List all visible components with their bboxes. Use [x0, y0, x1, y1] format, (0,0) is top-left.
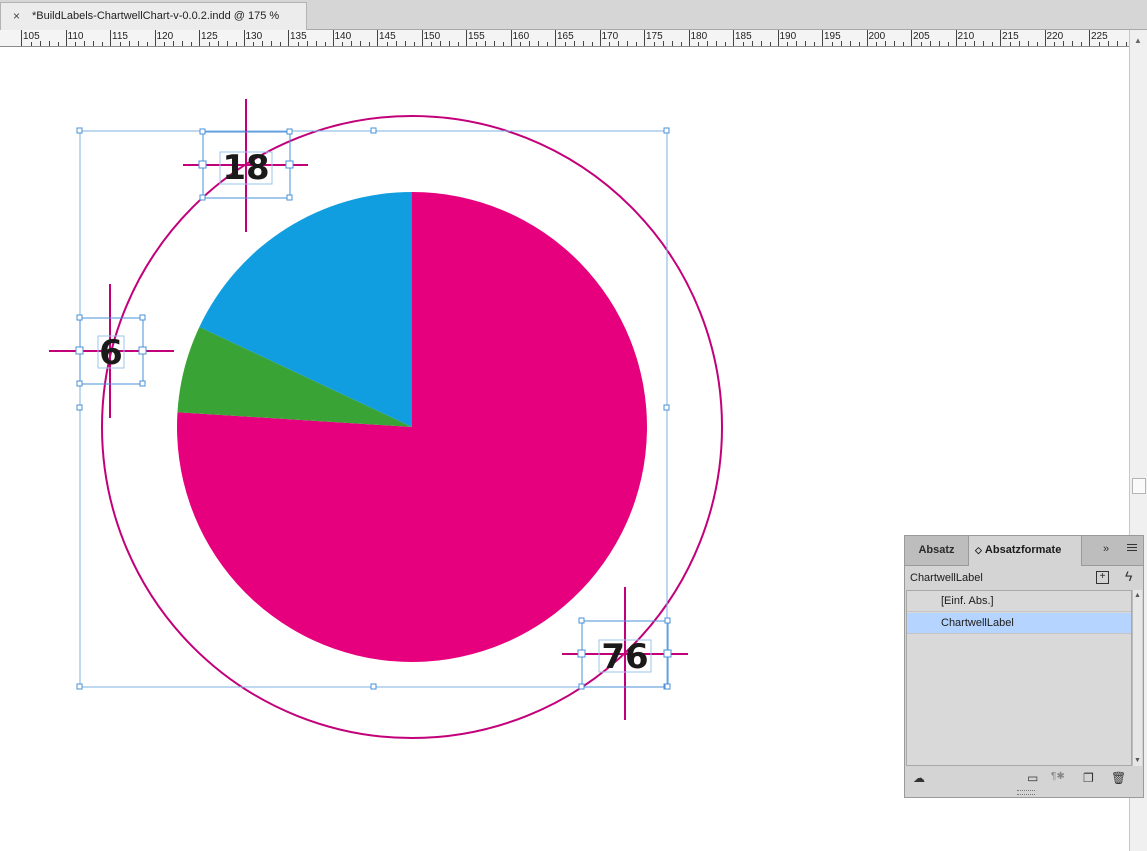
panel-footer: ☁ ▭ ¶✱ ❐ 🗑 — [905, 767, 1143, 791]
style-list[interactable]: [Einf. Abs.] ChartwellLabel — [906, 590, 1132, 766]
tab-absatzformate[interactable]: ◇ Absatzformate — [968, 536, 1082, 566]
label-frame-76[interactable]: 76 — [562, 587, 688, 720]
data-label-6: 6 — [99, 333, 123, 373]
tab-absatz[interactable]: Absatz — [905, 536, 968, 565]
data-label-18: 18 — [222, 148, 269, 188]
label-frame-18[interactable]: 18 — [183, 99, 308, 232]
new-style-icon[interactable]: ❐ — [1083, 771, 1094, 785]
scrollbar-thumb[interactable] — [1132, 478, 1146, 494]
tab-reorder-icon: ◇ — [975, 545, 982, 555]
current-style-row: ChartwellLabel + ϟ — [905, 566, 1143, 590]
tab-absatzformate-label: Absatzformate — [984, 544, 1062, 556]
collapse-panel-icon[interactable]: » — [1103, 543, 1109, 555]
data-label-76: 76 — [601, 637, 648, 677]
current-style-name: ChartwellLabel — [910, 572, 983, 584]
clear-override-icon[interactable]: ¶✱ — [1051, 771, 1065, 782]
panel-resize-grip[interactable] — [1017, 790, 1035, 795]
label-frame-6[interactable]: 6 — [49, 284, 174, 418]
style-list-scrollbar[interactable]: ▲ ▼ — [1132, 590, 1142, 766]
cloud-icon[interactable]: ☁ — [913, 771, 925, 785]
scroll-up-icon[interactable]: ▲ — [1134, 36, 1142, 45]
style-list-item[interactable]: [Einf. Abs.] — [907, 591, 1131, 612]
trash-icon[interactable]: 🗑 — [1111, 771, 1126, 785]
paragraph-styles-panel: Absatz ◇ Absatzformate » ChartwellLabel +… — [904, 535, 1144, 798]
panel-menu-icon[interactable] — [1127, 544, 1137, 553]
quick-apply-icon[interactable]: ϟ — [1125, 568, 1132, 584]
folder-icon[interactable]: ▭ — [1027, 771, 1038, 785]
panel-tab-strip: Absatz ◇ Absatzformate » — [905, 536, 1143, 566]
list-scroll-down-icon[interactable]: ▼ — [1134, 757, 1141, 764]
new-style-from-selection-icon[interactable]: + — [1096, 571, 1109, 584]
list-scroll-up-icon[interactable]: ▲ — [1134, 592, 1141, 599]
pie-chart[interactable] — [177, 192, 647, 662]
style-list-item-selected[interactable]: ChartwellLabel — [907, 613, 1131, 634]
